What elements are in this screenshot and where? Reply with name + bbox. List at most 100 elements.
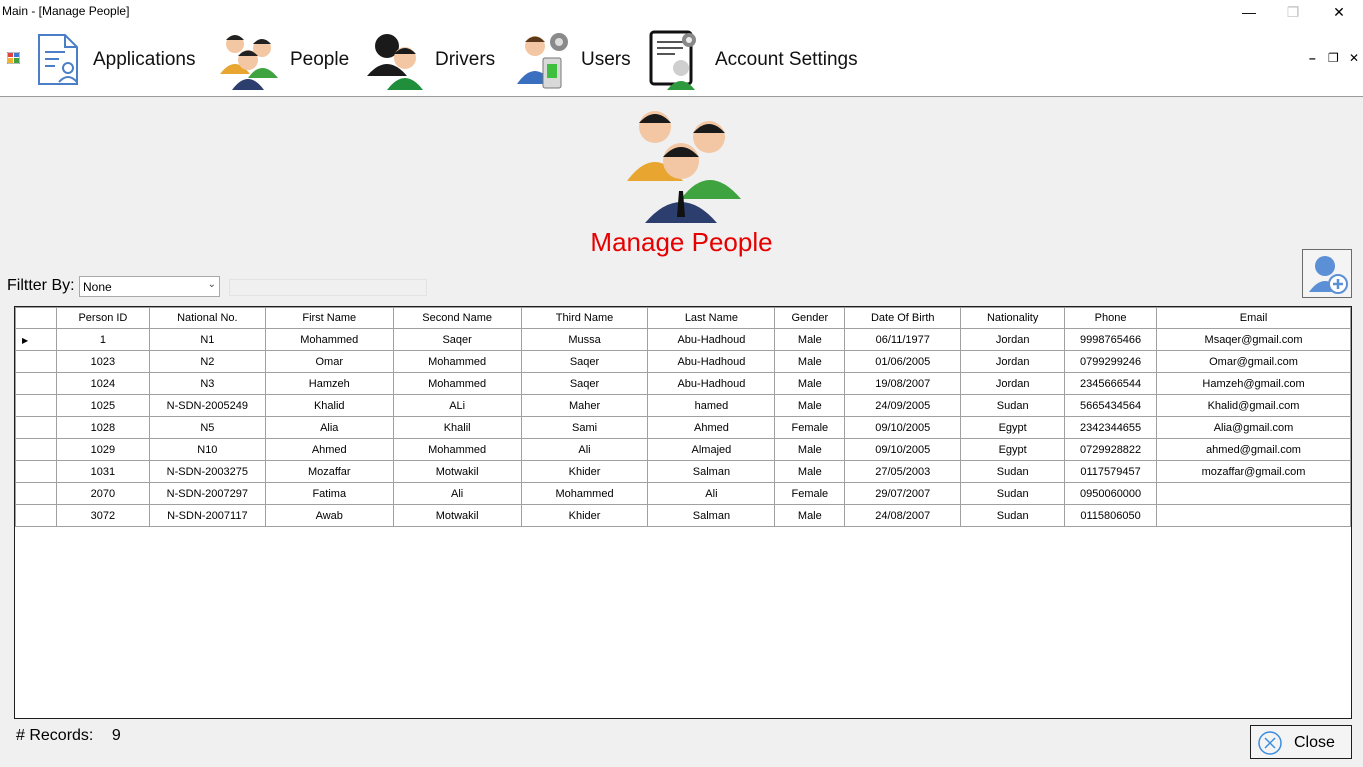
menu-item-drivers[interactable]: Drivers — [365, 24, 495, 96]
table-cell[interactable]: Sudan — [960, 504, 1066, 527]
table-cell[interactable]: Khalid@gmail.com — [1156, 394, 1351, 417]
table-cell[interactable] — [1156, 504, 1351, 527]
table-cell[interactable]: 5665434564 — [1064, 394, 1158, 417]
add-person-button[interactable] — [1302, 249, 1352, 298]
table-cell[interactable]: 0115806050 — [1064, 504, 1158, 527]
table-cell[interactable]: N-SDN-2005249 — [148, 394, 266, 417]
table-cell[interactable]: Mohammed — [392, 350, 522, 373]
table-cell[interactable]: Mohammed — [392, 372, 522, 395]
column-header[interactable]: Nationality — [960, 307, 1066, 329]
table-cell[interactable]: 0799299246 — [1064, 350, 1158, 373]
table-cell[interactable]: 29/07/2007 — [844, 482, 962, 505]
table-row[interactable]: 3072 N-SDN-2007117 Awab Motwakil Khider Salma… — [15, 504, 1351, 527]
table-cell[interactable]: 0117579457 — [1064, 460, 1158, 483]
table-cell[interactable]: 1029 — [55, 438, 150, 461]
table-cell[interactable]: 09/10/2005 — [844, 416, 962, 439]
table-cell[interactable]: 06/11/1977 — [844, 328, 962, 351]
table-cell[interactable]: mozaffar@gmail.com — [1156, 460, 1351, 483]
close-button[interactable]: Close — [1250, 725, 1352, 759]
table-cell[interactable]: Khalid — [264, 394, 394, 417]
row-header[interactable] — [15, 504, 57, 527]
table-cell[interactable]: N-SDN-2003275 — [148, 460, 266, 483]
column-header[interactable]: Email — [1156, 307, 1351, 329]
people-grid[interactable]: Person ID National No. First Name Second Na… — [14, 306, 1352, 719]
table-cell[interactable]: 9998765466 — [1064, 328, 1158, 351]
table-cell[interactable]: Khider — [520, 460, 649, 483]
table-cell[interactable]: Abu-Hadhoud — [647, 350, 776, 373]
table-cell[interactable]: Alia@gmail.com — [1156, 416, 1351, 439]
table-cell[interactable]: Sudan — [960, 394, 1066, 417]
mdi-restore-button[interactable]: ❐ — [1328, 51, 1339, 65]
table-row[interactable]: 1031 N-SDN-2003275 Mozaffar Motwakil Khider S… — [15, 460, 1351, 483]
table-row[interactable]: 1024 N3 Hamzeh Mohammed Saqer Abu-Hadhoud Male… — [15, 372, 1351, 395]
table-cell[interactable]: 01/06/2005 — [844, 350, 962, 373]
table-cell[interactable]: ALi — [392, 394, 522, 417]
table-cell[interactable]: Khider — [520, 504, 649, 527]
table-cell[interactable]: Motwakil — [392, 460, 522, 483]
table-cell[interactable]: N3 — [148, 372, 266, 395]
table-cell[interactable]: 2342344655 — [1064, 416, 1158, 439]
table-cell[interactable]: Egypt — [960, 438, 1066, 461]
table-cell[interactable]: 2345666544 — [1064, 372, 1158, 395]
menu-item-applications[interactable]: Applications — [35, 24, 195, 96]
table-cell[interactable]: 19/08/2007 — [844, 372, 962, 395]
table-cell[interactable]: Ahmed — [647, 416, 776, 439]
table-cell[interactable]: Male — [774, 438, 846, 461]
menu-item-users[interactable]: Users — [515, 24, 631, 96]
table-cell[interactable]: Mozaffar — [264, 460, 394, 483]
table-cell[interactable]: Male — [774, 394, 846, 417]
table-cell[interactable]: Fatima — [264, 482, 394, 505]
menu-item-account-settings[interactable]: Account Settings — [645, 24, 858, 96]
table-cell[interactable]: Ali — [392, 482, 522, 505]
row-header[interactable] — [15, 416, 57, 439]
column-header[interactable]: Date Of Birth — [844, 307, 962, 329]
table-cell[interactable]: 1 — [55, 328, 150, 351]
table-cell[interactable]: Saqer — [392, 328, 522, 351]
table-cell[interactable]: N10 — [148, 438, 266, 461]
table-cell[interactable]: Hamzeh — [264, 372, 394, 395]
table-cell[interactable]: 1028 — [55, 416, 150, 439]
column-header[interactable]: Last Name — [647, 307, 776, 329]
table-cell[interactable]: 0950060000 — [1064, 482, 1158, 505]
table-cell[interactable]: Male — [774, 372, 846, 395]
table-cell[interactable]: 1031 — [55, 460, 150, 483]
table-cell[interactable]: Ahmed — [264, 438, 394, 461]
table-cell[interactable]: Saqer — [520, 350, 649, 373]
table-cell[interactable]: N5 — [148, 416, 266, 439]
table-row[interactable]: 1029 N10 Ahmed Mohammed Ali Almajed Male 09/10/… — [15, 438, 1351, 461]
table-cell[interactable]: Mohammed — [392, 438, 522, 461]
table-cell[interactable]: N-SDN-2007117 — [148, 504, 266, 527]
table-cell[interactable]: N2 — [148, 350, 266, 373]
table-row[interactable]: 1023 N2 Omar Mohammed Saqer Abu-Hadhoud Male 01… — [15, 350, 1351, 373]
table-cell[interactable]: 2070 — [55, 482, 150, 505]
column-header[interactable]: Third Name — [520, 307, 649, 329]
mdi-system-menu-icon[interactable] — [7, 52, 20, 64]
row-header[interactable] — [15, 482, 57, 505]
column-header[interactable]: Gender — [774, 307, 846, 329]
table-cell[interactable]: Male — [774, 350, 846, 373]
table-cell[interactable]: Omar@gmail.com — [1156, 350, 1351, 373]
table-cell[interactable]: Salman — [647, 504, 776, 527]
table-cell[interactable]: 1024 — [55, 372, 150, 395]
table-cell[interactable]: ahmed@gmail.com — [1156, 438, 1351, 461]
row-header[interactable] — [15, 372, 57, 395]
table-row[interactable]: 2070 N-SDN-2007297 Fatima Ali Mohammed Ali Fem… — [15, 482, 1351, 505]
table-cell[interactable]: 0729928822 — [1064, 438, 1158, 461]
row-header[interactable] — [15, 394, 57, 417]
menu-item-people[interactable]: People — [218, 24, 349, 96]
filter-by-combobox[interactable]: None ⌄ — [79, 276, 220, 297]
table-cell[interactable]: 3072 — [55, 504, 150, 527]
table-cell[interactable]: Egypt — [960, 416, 1066, 439]
table-cell[interactable]: Maher — [520, 394, 649, 417]
table-cell[interactable]: Jordan — [960, 372, 1066, 395]
row-header[interactable]: ▶ — [15, 328, 57, 351]
table-row[interactable]: 1025 N-SDN-2005249 Khalid ALi Maher hamed Male… — [15, 394, 1351, 417]
table-cell[interactable]: Male — [774, 328, 846, 351]
table-cell[interactable]: Alia — [264, 416, 394, 439]
table-cell[interactable]: Mussa — [520, 328, 649, 351]
table-cell[interactable]: Abu-Hadhoud — [647, 372, 776, 395]
table-cell[interactable]: 24/09/2005 — [844, 394, 962, 417]
table-cell[interactable]: Male — [774, 460, 846, 483]
table-cell[interactable]: Sami — [520, 416, 649, 439]
table-cell[interactable]: Ali — [647, 482, 776, 505]
